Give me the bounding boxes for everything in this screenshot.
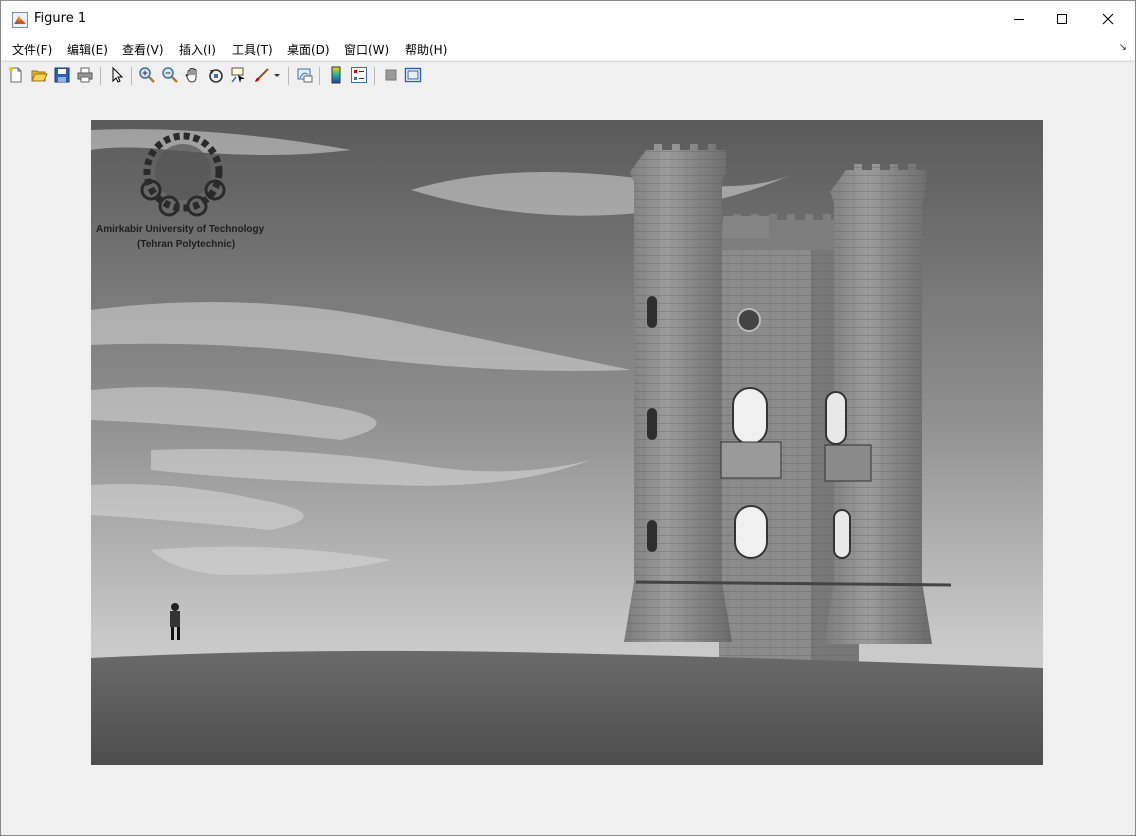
toolbar-separator <box>131 67 132 85</box>
toolbar-separator <box>374 67 375 85</box>
menu-window[interactable]: 窗口(W) <box>344 41 389 58</box>
print-icon[interactable] <box>76 66 94 84</box>
toolbar-separator <box>319 67 320 85</box>
menu-insert[interactable]: 插入(I) <box>179 41 216 58</box>
menu-bar: 文件(F) 编辑(E) 查看(V) 插入(I) 工具(T) 桌面(D) 窗口(W… <box>1 37 1135 60</box>
window-title: Figure 1 <box>34 11 87 26</box>
toolbar-separator <box>288 67 289 85</box>
link-plot-icon[interactable] <box>296 66 314 84</box>
legend-icon[interactable] <box>350 66 368 84</box>
menu-file[interactable]: 文件(F) <box>12 41 52 58</box>
save-icon[interactable] <box>53 66 71 84</box>
brush-icon[interactable] <box>253 66 271 84</box>
logo-caption-line2: (Tehran Polytechnic) <box>137 239 235 250</box>
colorbar-icon[interactable] <box>327 66 345 84</box>
show-plot-tools-icon[interactable] <box>404 66 422 84</box>
menu-desktop[interactable]: 桌面(D) <box>287 41 330 58</box>
zoom-in-icon[interactable] <box>138 66 156 84</box>
data-cursor-icon[interactable] <box>230 66 248 84</box>
minimize-button[interactable] <box>996 1 1042 37</box>
matlab-logo-icon <box>12 12 28 28</box>
maximize-button[interactable] <box>1039 1 1085 37</box>
close-button[interactable] <box>1085 1 1131 37</box>
close-icon <box>1102 13 1114 25</box>
menu-edit[interactable]: 编辑(E) <box>67 41 108 58</box>
figure-window: Figure 1 文件(F) 编辑(E) 查看(V) 插入(I) 工具(T) 桌… <box>0 0 1136 836</box>
minimize-icon <box>1014 19 1024 20</box>
brush-dropdown-icon[interactable] <box>272 66 282 84</box>
maximize-icon <box>1057 14 1067 24</box>
figure-toolbar <box>1 61 1135 91</box>
rotate-3d-icon[interactable] <box>207 66 225 84</box>
new-figure-icon[interactable] <box>7 66 25 84</box>
pan-icon[interactable] <box>184 66 202 84</box>
dock-arrow-icon[interactable]: ↘ <box>1119 42 1127 53</box>
toolbar-separator <box>100 67 101 85</box>
menu-help[interactable]: 帮助(H) <box>405 41 447 58</box>
menu-view[interactable]: 查看(V) <box>122 41 164 58</box>
menu-tools[interactable]: 工具(T) <box>232 41 273 58</box>
displayed-image[interactable]: Amirkabir University of Technology (Tehr… <box>91 120 1043 765</box>
hide-plot-tools-icon[interactable] <box>382 66 400 84</box>
castle-tower <box>624 144 952 665</box>
logo-caption-line1: Amirkabir University of Technology <box>96 224 265 235</box>
zoom-out-icon[interactable] <box>161 66 179 84</box>
title-bar[interactable]: Figure 1 <box>1 1 1135 37</box>
open-file-icon[interactable] <box>30 66 48 84</box>
grass-hill <box>91 650 1043 765</box>
pointer-icon[interactable] <box>108 66 126 84</box>
